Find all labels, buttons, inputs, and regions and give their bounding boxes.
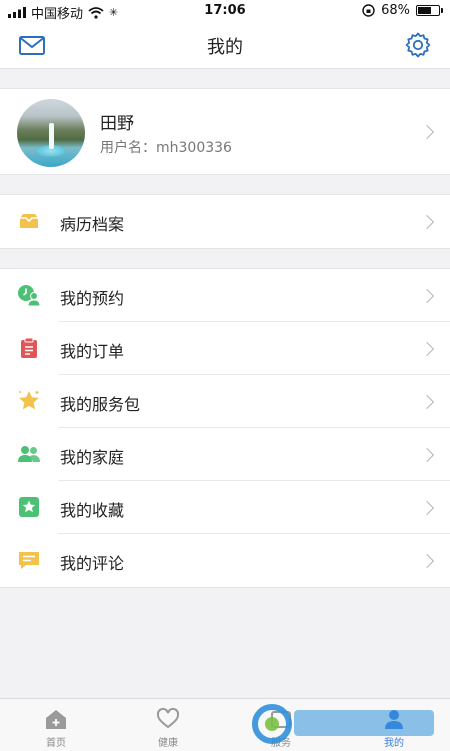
menu-item-label: 病历档案 bbox=[60, 215, 125, 234]
menu-item-appointments[interactable]: 我的预约 bbox=[0, 269, 450, 322]
records-section: 病历档案 bbox=[0, 194, 450, 249]
menu-item-label: 我的订单 bbox=[60, 342, 125, 361]
profile-card[interactable]: 田野 用户名：mh300336 bbox=[0, 88, 450, 175]
star-icon bbox=[19, 391, 39, 410]
menu-item-service-packages[interactable]: 我的服务包 bbox=[0, 375, 450, 428]
user-id: 用户名：mh300336 bbox=[100, 140, 232, 156]
gear-icon[interactable] bbox=[404, 31, 432, 59]
watermark-logo bbox=[252, 704, 434, 744]
orientation-lock-icon bbox=[362, 4, 375, 17]
tab-label: 健康 bbox=[158, 738, 178, 749]
menu-item-label: 我的预约 bbox=[60, 289, 125, 308]
heart-icon bbox=[156, 707, 180, 729]
avatar bbox=[17, 99, 85, 167]
menu-item-orders[interactable]: 我的订单 bbox=[0, 322, 450, 375]
folder-icon bbox=[20, 214, 38, 228]
menu-item-comments[interactable]: 我的评论 bbox=[0, 534, 450, 587]
comment-icon bbox=[19, 552, 39, 569]
chevron-right-icon bbox=[419, 553, 435, 569]
battery-percent: 68% bbox=[381, 3, 410, 18]
chevron-right-icon bbox=[419, 288, 435, 304]
battery-icon bbox=[416, 5, 443, 16]
personal-section: 我的预约 我的订单 我的服务包 我的家庭 我的收藏 我的评论 bbox=[0, 268, 450, 588]
status-bar: 中国移动 ✳ 17:06 68% bbox=[0, 0, 450, 22]
home-icon bbox=[46, 710, 66, 729]
family-icon bbox=[18, 446, 40, 462]
user-name: 田野 bbox=[100, 114, 134, 134]
menu-item-label: 我的服务包 bbox=[60, 395, 141, 414]
chevron-right-icon bbox=[419, 124, 435, 140]
menu-item-label: 我的家庭 bbox=[60, 448, 125, 467]
tab-home[interactable]: 首页 bbox=[0, 699, 112, 751]
page-title: 我的 bbox=[207, 37, 243, 58]
menu-item-medical-records[interactable]: 病历档案 bbox=[0, 195, 450, 248]
appointment-icon bbox=[18, 285, 41, 307]
order-icon bbox=[21, 337, 37, 358]
menu-item-favorites[interactable]: 我的收藏 bbox=[0, 481, 450, 534]
chevron-right-icon bbox=[419, 214, 435, 230]
chevron-right-icon bbox=[419, 447, 435, 463]
menu-item-label: 我的评论 bbox=[60, 554, 125, 573]
menu-item-family[interactable]: 我的家庭 bbox=[0, 428, 450, 481]
menu-item-label: 我的收藏 bbox=[60, 501, 125, 520]
chevron-right-icon bbox=[419, 394, 435, 410]
nav-bar: 我的 bbox=[0, 22, 450, 69]
tab-label: 首页 bbox=[46, 738, 66, 749]
chevron-right-icon bbox=[419, 341, 435, 357]
chevron-right-icon bbox=[419, 500, 435, 516]
tab-health[interactable]: 健康 bbox=[112, 699, 224, 751]
favorite-icon bbox=[19, 497, 39, 517]
